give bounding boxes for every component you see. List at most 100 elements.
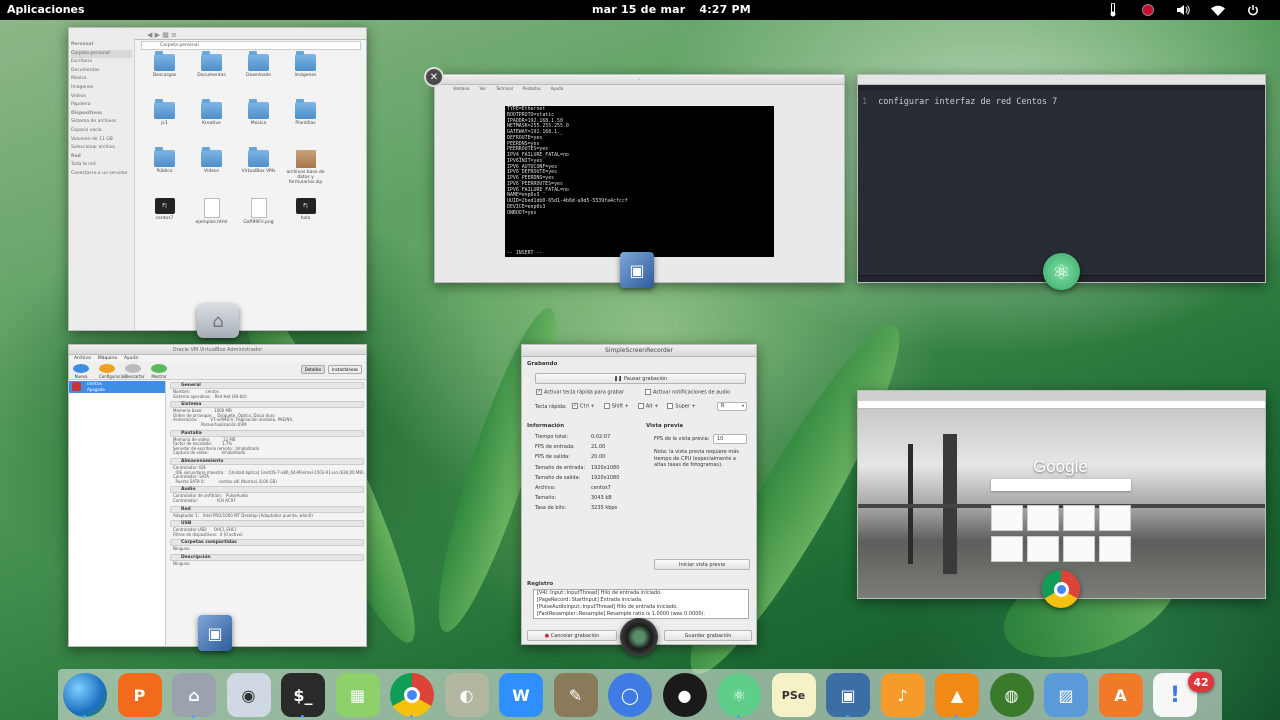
sidebar-item[interactable]: Escritorio <box>71 58 132 67</box>
file-item[interactable]: Música <box>235 99 282 143</box>
file-item[interactable]: Kreative <box>188 99 235 143</box>
sidebar-item[interactable]: Sistema de archivos <box>71 118 132 127</box>
file-item[interactable]: Plantillas <box>282 99 329 143</box>
camera-recorder-icon[interactable]: ● <box>662 673 707 717</box>
most-visited-tile[interactable] <box>1099 505 1131 531</box>
pause-recording-button[interactable]: ❚❚ Pausar grabación <box>535 373 746 384</box>
cancel-recording-button[interactable]: ● Cancelar grabación <box>527 630 617 641</box>
virtualbox-icon[interactable]: ▣ <box>826 673 870 717</box>
sidebar-item[interactable]: Documentos <box>71 67 132 76</box>
browser-globe-icon[interactable] <box>63 673 107 717</box>
atom-window[interactable]: · 1 configurar interfaz de red Centos 7 <box>857 74 1266 283</box>
file-item[interactable]: Descargas <box>141 51 188 95</box>
sidebar-item[interactable]: Carpeta personal <box>71 49 132 59</box>
snapshots-tab[interactable]: Instantáneas <box>328 365 362 374</box>
file-item[interactable]: VirtualBox VMs <box>235 147 282 191</box>
most-visited-tile[interactable] <box>991 505 1023 531</box>
sidebar-item[interactable]: Música <box>71 75 132 84</box>
presentation-icon[interactable]: P <box>117 673 162 717</box>
terminal-menu-item[interactable]: Pestañas <box>523 85 541 92</box>
chromium-icon[interactable]: ◯ <box>608 673 652 717</box>
chrome-icon[interactable] <box>390 673 434 717</box>
file-item[interactable]: Vídeos <box>188 147 235 191</box>
google-search-box[interactable] <box>991 479 1131 491</box>
terminal-menu-item[interactable]: Ayuda <box>551 85 563 92</box>
terminal-menu-item[interactable]: Ver <box>479 85 486 92</box>
hotkey-checkbox[interactable]: ✓ Activar tecla rápida para grabar <box>536 389 624 396</box>
wifi-icon[interactable] <box>1211 3 1225 17</box>
modifier-checkbox[interactable]: Shift + <box>603 403 629 410</box>
terminal-menu-item[interactable]: Terminal <box>496 85 513 92</box>
file-item[interactable]: Documentos <box>188 51 235 95</box>
image-viewer-icon[interactable]: ▨ <box>1044 673 1088 717</box>
vm-list-item[interactable]: centos Apagada <box>69 381 165 393</box>
wps-writer-icon[interactable]: W <box>499 673 543 717</box>
most-visited-tile[interactable] <box>1099 536 1131 562</box>
files-window[interactable]: ◀ ▶ ▦ ≡ Carpeta personal Personal Carpeta… <box>68 27 367 331</box>
file-item[interactable]: F| hola <box>282 198 329 239</box>
virtualbox-manager-window[interactable]: Oracle VM VirtualBox Administrador Archi… <box>68 344 367 647</box>
file-item[interactable]: ejemplos.html <box>188 198 235 239</box>
vbox-toolbar-button[interactable]: Mostrar <box>151 364 167 379</box>
modifier-checkbox[interactable]: Alt + <box>637 403 658 410</box>
most-visited-tile[interactable] <box>1027 505 1059 531</box>
most-visited-tile[interactable] <box>991 536 1023 562</box>
spreadsheet-icon[interactable]: ▦ <box>335 673 380 717</box>
vbox-menu-item[interactable]: Máquina <box>98 355 117 362</box>
sidebar-item[interactable]: Volumen de 11 GB <box>71 136 132 145</box>
sidebar-item[interactable]: Seleccionar archivo <box>71 144 132 153</box>
vbox-toolbar-button[interactable]: Nueva <box>73 364 89 379</box>
atom-editor-line[interactable]: 1 configurar interfaz de red Centos 7 <box>862 97 1057 107</box>
modifier-checkbox[interactable]: Super + <box>667 403 696 410</box>
terminal-menu-item[interactable]: Ventana <box>453 85 469 92</box>
close-icon[interactable]: ✕ <box>424 67 444 87</box>
chrome-window[interactable]: Google <box>857 390 1266 599</box>
log-output[interactable]: [V4l::Input::InputThread] Hilo de entrad… <box>533 589 749 619</box>
settings-toggle-icon[interactable]: ◉ <box>226 673 271 717</box>
vbox-menu-item[interactable]: Ayuda <box>124 355 138 362</box>
preview-fps-spinbox[interactable]: 10 <box>713 434 747 444</box>
sidebar-item[interactable]: Conectarse a un servidor <box>71 170 132 179</box>
disk-usage-icon[interactable]: ◐ <box>444 673 489 717</box>
modifier-checkbox[interactable]: ✓ Ctrl + <box>572 403 595 410</box>
file-item[interactable]: Público <box>141 147 188 191</box>
most-visited-tile[interactable] <box>1027 536 1059 562</box>
sidebar-item[interactable]: Papelera <box>71 101 132 110</box>
save-recording-button[interactable]: Guardar grabación <box>664 630 752 641</box>
path-segment[interactable]: Carpeta personal <box>160 43 199 48</box>
sidebar-item[interactable]: Imágenes <box>71 84 132 93</box>
simplescreenrecorder-window[interactable]: SimpleScreenRecorder Grabando ❚❚ Pausar … <box>521 344 757 645</box>
gimp-icon[interactable]: ✎ <box>553 673 598 717</box>
power-icon[interactable] <box>1246 3 1260 17</box>
sidebar-item[interactable]: Toda la red <box>71 161 132 170</box>
pseint-icon[interactable]: PSe <box>771 673 816 717</box>
vbox-toolbar-button[interactable]: Descartar <box>125 364 145 379</box>
details-tab[interactable]: Detalles <box>300 365 326 374</box>
applications-menu[interactable]: Aplicaciones <box>7 3 85 16</box>
file-item[interactable]: Downloads <box>235 51 282 95</box>
notifications-checkbox[interactable]: Activar notificaciones de audio <box>645 389 730 396</box>
vi-editor-content[interactable]: TYPE=Ethernet BOOTPROTO=static IPADDR=192.… <box>505 106 774 257</box>
most-visited-tile[interactable] <box>1063 536 1095 562</box>
file-item[interactable]: F| centos7 <box>141 198 188 239</box>
vbox-menu-item[interactable]: Archivo <box>74 355 91 362</box>
earth-icon[interactable]: ◍ <box>989 673 1034 717</box>
chrome-omnibox[interactable] <box>858 401 1265 409</box>
music-icon[interactable]: ♪ <box>880 673 925 717</box>
panel-clock[interactable]: mar 15 de mar 4:27 PM <box>592 3 751 16</box>
software-center-icon[interactable]: A <box>1098 673 1143 717</box>
start-preview-button[interactable]: Iniciar vista previa <box>654 559 750 570</box>
most-visited-tile[interactable] <box>1063 505 1095 531</box>
vlc-icon[interactable]: ▲ <box>935 673 979 717</box>
files-icon[interactable]: ⌂ <box>172 673 216 717</box>
file-item[interactable]: Gafi99Fri.png <box>235 198 282 239</box>
record-icon[interactable] <box>1141 3 1155 17</box>
file-item[interactable]: Imágenes <box>282 51 329 95</box>
sidebar-item[interactable]: Vídeos <box>71 93 132 102</box>
hotkey-key-select[interactable]: R ▾ <box>717 402 747 411</box>
path-bar[interactable]: Carpeta personal <box>141 41 361 50</box>
volume-icon[interactable] <box>1176 3 1190 17</box>
thermometer-icon[interactable] <box>1106 3 1120 17</box>
atom-icon[interactable]: ⚛ <box>717 673 761 717</box>
vbox-toolbar-button[interactable]: Configuración <box>99 364 127 379</box>
